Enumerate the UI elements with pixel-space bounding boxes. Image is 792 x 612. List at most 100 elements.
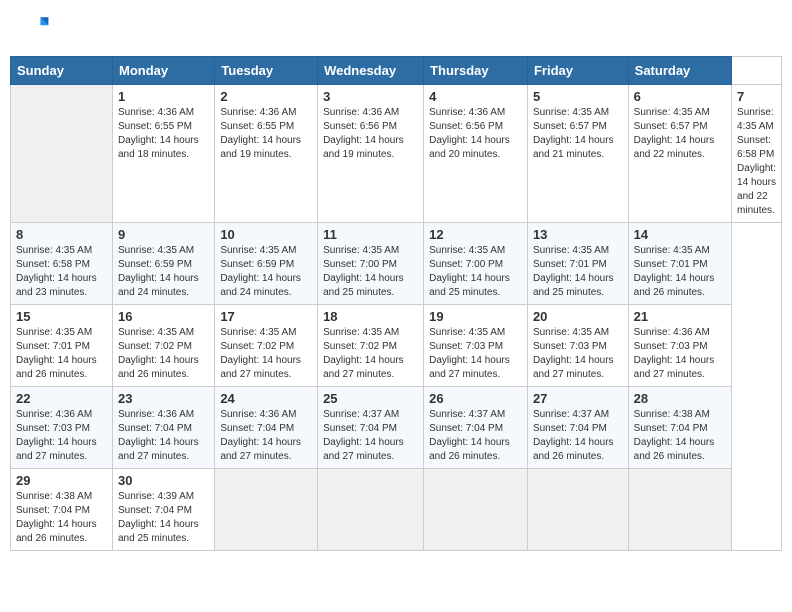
day-cell-25: 25 Sunrise: 4:37 AMSunset: 7:04 PMDayligh… bbox=[318, 387, 424, 469]
day-number: 5 bbox=[533, 89, 623, 104]
day-cell-8: 8 Sunrise: 4:35 AMSunset: 6:58 PMDaylight… bbox=[11, 223, 113, 305]
day-info: Sunrise: 4:37 AMSunset: 7:04 PMDaylight:… bbox=[533, 408, 623, 464]
day-cell-10: 10 Sunrise: 4:35 AMSunset: 6:59 PMDayligh… bbox=[215, 223, 318, 305]
day-cell-24: 24 Sunrise: 4:36 AMSunset: 7:04 PMDayligh… bbox=[215, 387, 318, 469]
day-number: 18 bbox=[323, 309, 418, 324]
empty-cell bbox=[424, 469, 528, 551]
day-number: 14 bbox=[634, 227, 726, 242]
column-header-friday: Friday bbox=[527, 57, 628, 85]
calendar-header-row: SundayMondayTuesdayWednesdayThursdayFrid… bbox=[11, 57, 782, 85]
header bbox=[10, 10, 782, 50]
day-number: 3 bbox=[323, 89, 418, 104]
calendar-week-3: 15 Sunrise: 4:35 AMSunset: 7:01 PMDayligh… bbox=[11, 305, 782, 387]
day-cell-18: 18 Sunrise: 4:35 AMSunset: 7:02 PMDayligh… bbox=[318, 305, 424, 387]
day-number: 19 bbox=[429, 309, 522, 324]
day-info: Sunrise: 4:35 AMSunset: 7:03 PMDaylight:… bbox=[429, 326, 522, 382]
column-header-saturday: Saturday bbox=[628, 57, 731, 85]
day-number: 9 bbox=[118, 227, 209, 242]
day-cell-15: 15 Sunrise: 4:35 AMSunset: 7:01 PMDayligh… bbox=[11, 305, 113, 387]
day-number: 30 bbox=[118, 473, 209, 488]
day-number: 4 bbox=[429, 89, 522, 104]
day-cell-21: 21 Sunrise: 4:36 AMSunset: 7:03 PMDayligh… bbox=[628, 305, 731, 387]
day-number: 8 bbox=[16, 227, 107, 242]
day-number: 20 bbox=[533, 309, 623, 324]
day-number: 25 bbox=[323, 391, 418, 406]
day-cell-3: 3 Sunrise: 4:36 AMSunset: 6:56 PMDaylight… bbox=[318, 85, 424, 223]
day-info: Sunrise: 4:35 AMSunset: 6:58 PMDaylight:… bbox=[16, 244, 107, 300]
day-cell-29: 29 Sunrise: 4:38 AMSunset: 7:04 PMDayligh… bbox=[11, 469, 113, 551]
day-info: Sunrise: 4:35 AMSunset: 6:57 PMDaylight:… bbox=[533, 106, 623, 162]
column-header-sunday: Sunday bbox=[11, 57, 113, 85]
day-info: Sunrise: 4:37 AMSunset: 7:04 PMDaylight:… bbox=[429, 408, 522, 464]
column-header-monday: Monday bbox=[112, 57, 214, 85]
day-cell-9: 9 Sunrise: 4:35 AMSunset: 6:59 PMDaylight… bbox=[112, 223, 214, 305]
day-number: 27 bbox=[533, 391, 623, 406]
day-number: 2 bbox=[220, 89, 312, 104]
day-cell-26: 26Sunrise: 4:37 AMSunset: 7:04 PMDayligh… bbox=[424, 387, 528, 469]
day-cell-14: 14Sunrise: 4:35 AMSunset: 7:01 PMDayligh… bbox=[628, 223, 731, 305]
day-number: 28 bbox=[634, 391, 726, 406]
day-number: 6 bbox=[634, 89, 726, 104]
day-number: 17 bbox=[220, 309, 312, 324]
day-cell-4: 4Sunrise: 4:36 AMSunset: 6:56 PMDaylight… bbox=[424, 85, 528, 223]
day-info: Sunrise: 4:37 AMSunset: 7:04 PMDaylight:… bbox=[323, 408, 418, 464]
day-info: Sunrise: 4:36 AMSunset: 7:03 PMDaylight:… bbox=[634, 326, 726, 382]
day-info: Sunrise: 4:38 AMSunset: 7:04 PMDaylight:… bbox=[634, 408, 726, 464]
day-info: Sunrise: 4:36 AMSunset: 6:55 PMDaylight:… bbox=[220, 106, 312, 162]
column-header-thursday: Thursday bbox=[424, 57, 528, 85]
day-number: 29 bbox=[16, 473, 107, 488]
calendar-week-1: 1Sunrise: 4:36 AMSunset: 6:55 PMDaylight… bbox=[11, 85, 782, 223]
logo bbox=[18, 14, 54, 46]
day-cell-22: 22 Sunrise: 4:36 AMSunset: 7:03 PMDayligh… bbox=[11, 387, 113, 469]
day-cell-5: 5 Sunrise: 4:35 AMSunset: 6:57 PMDaylight… bbox=[527, 85, 628, 223]
day-number: 13 bbox=[533, 227, 623, 242]
day-info: Sunrise: 4:35 AMSunset: 7:01 PMDaylight:… bbox=[533, 244, 623, 300]
day-cell-6: 6 Sunrise: 4:35 AMSunset: 6:57 PMDaylight… bbox=[628, 85, 731, 223]
calendar-week-2: 8 Sunrise: 4:35 AMSunset: 6:58 PMDaylight… bbox=[11, 223, 782, 305]
day-number: 10 bbox=[220, 227, 312, 242]
day-cell-13: 13 Sunrise: 4:35 AMSunset: 7:01 PMDayligh… bbox=[527, 223, 628, 305]
day-cell-1: 1Sunrise: 4:36 AMSunset: 6:55 PMDaylight… bbox=[112, 85, 214, 223]
day-info: Sunrise: 4:36 AMSunset: 7:04 PMDaylight:… bbox=[220, 408, 312, 464]
day-info: Sunrise: 4:35 AMSunset: 6:59 PMDaylight:… bbox=[220, 244, 312, 300]
day-cell-28: 28 Sunrise: 4:38 AMSunset: 7:04 PMDayligh… bbox=[628, 387, 731, 469]
day-info: Sunrise: 4:35 AMSunset: 7:03 PMDaylight:… bbox=[533, 326, 623, 382]
day-number: 22 bbox=[16, 391, 107, 406]
day-number: 24 bbox=[220, 391, 312, 406]
calendar-table: SundayMondayTuesdayWednesdayThursdayFrid… bbox=[10, 56, 782, 551]
day-info: Sunrise: 4:36 AMSunset: 6:56 PMDaylight:… bbox=[323, 106, 418, 162]
day-number: 11 bbox=[323, 227, 418, 242]
day-info: Sunrise: 4:36 AMSunset: 7:03 PMDaylight:… bbox=[16, 408, 107, 464]
day-cell-12: 12 Sunrise: 4:35 AMSunset: 7:00 PMDayligh… bbox=[424, 223, 528, 305]
empty-cell bbox=[527, 469, 628, 551]
day-number: 7 bbox=[737, 89, 776, 104]
day-info: Sunrise: 4:35 AMSunset: 7:00 PMDaylight:… bbox=[429, 244, 522, 300]
column-header-tuesday: Tuesday bbox=[215, 57, 318, 85]
day-cell-23: 23 Sunrise: 4:36 AMSunset: 7:04 PMDayligh… bbox=[112, 387, 214, 469]
day-info: Sunrise: 4:35 AMSunset: 7:02 PMDaylight:… bbox=[323, 326, 418, 382]
calendar-week-4: 22 Sunrise: 4:36 AMSunset: 7:03 PMDayligh… bbox=[11, 387, 782, 469]
column-header-wednesday: Wednesday bbox=[318, 57, 424, 85]
calendar-week-5: 29 Sunrise: 4:38 AMSunset: 7:04 PMDayligh… bbox=[11, 469, 782, 551]
day-cell-7: 7 Sunrise: 4:35 AMSunset: 6:58 PMDaylight… bbox=[732, 85, 782, 223]
day-info: Sunrise: 4:35 AMSunset: 6:58 PMDaylight:… bbox=[737, 106, 776, 218]
day-number: 12 bbox=[429, 227, 522, 242]
day-info: Sunrise: 4:35 AMSunset: 7:01 PMDaylight:… bbox=[16, 326, 107, 382]
logo-icon bbox=[18, 14, 50, 46]
day-number: 23 bbox=[118, 391, 209, 406]
day-info: Sunrise: 4:35 AMSunset: 7:00 PMDaylight:… bbox=[323, 244, 418, 300]
day-info: Sunrise: 4:35 AMSunset: 7:02 PMDaylight:… bbox=[118, 326, 209, 382]
day-info: Sunrise: 4:38 AMSunset: 7:04 PMDaylight:… bbox=[16, 490, 107, 546]
day-cell-16: 16Sunrise: 4:35 AMSunset: 7:02 PMDayligh… bbox=[112, 305, 214, 387]
day-info: Sunrise: 4:35 AMSunset: 6:57 PMDaylight:… bbox=[634, 106, 726, 162]
day-info: Sunrise: 4:39 AMSunset: 7:04 PMDaylight:… bbox=[118, 490, 209, 546]
day-info: Sunrise: 4:36 AMSunset: 7:04 PMDaylight:… bbox=[118, 408, 209, 464]
day-cell-20: 20 Sunrise: 4:35 AMSunset: 7:03 PMDayligh… bbox=[527, 305, 628, 387]
day-info: Sunrise: 4:35 AMSunset: 7:02 PMDaylight:… bbox=[220, 326, 312, 382]
day-cell-30: 30 Sunrise: 4:39 AMSunset: 7:04 PMDayligh… bbox=[112, 469, 214, 551]
day-info: Sunrise: 4:35 AMSunset: 6:59 PMDaylight:… bbox=[118, 244, 209, 300]
day-info: Sunrise: 4:36 AMSunset: 6:55 PMDaylight:… bbox=[118, 106, 209, 162]
day-number: 15 bbox=[16, 309, 107, 324]
empty-cell bbox=[628, 469, 731, 551]
day-number: 21 bbox=[634, 309, 726, 324]
